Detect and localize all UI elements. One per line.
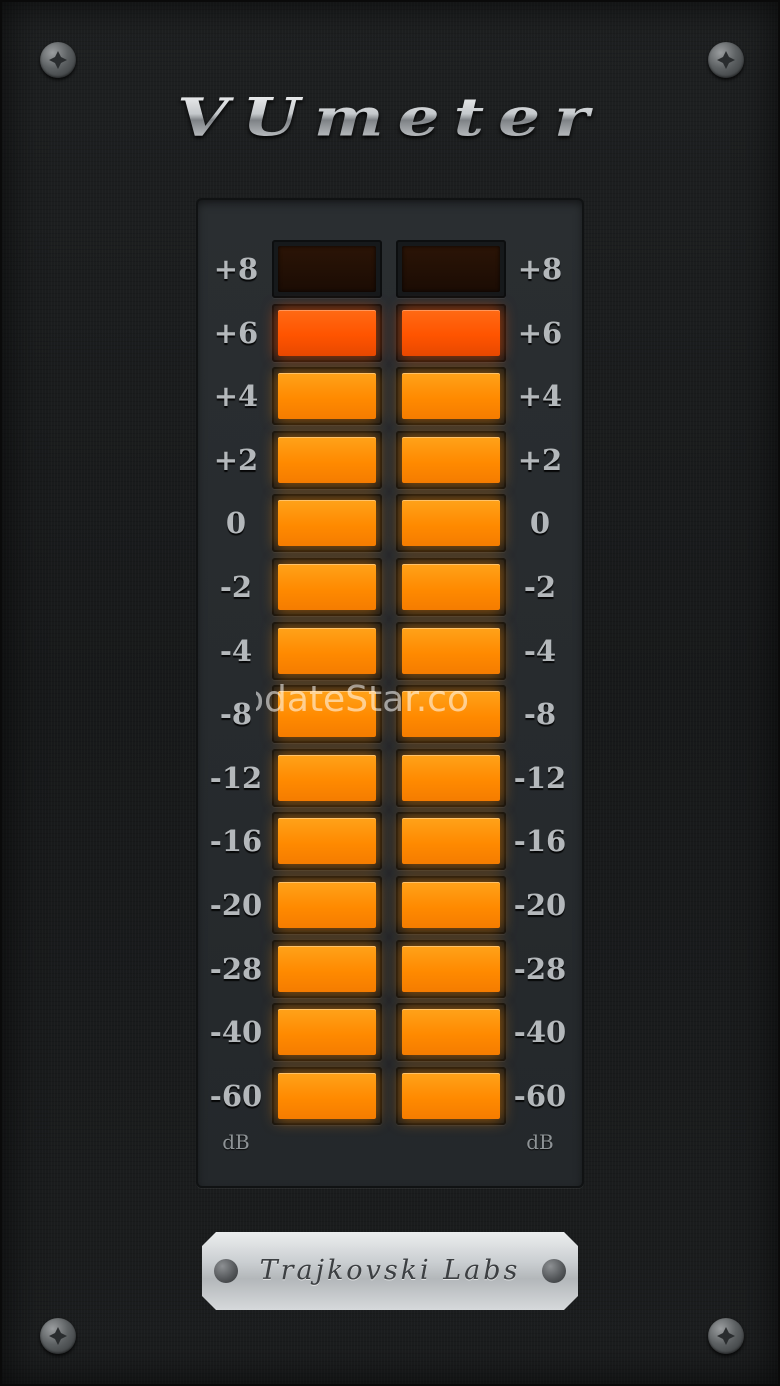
- screw-icon: [708, 42, 744, 78]
- screw-icon: [40, 1318, 76, 1354]
- right-scale-label: 0: [529, 506, 551, 540]
- left-segment-lit: [278, 437, 376, 483]
- right-scale-label: -12: [513, 761, 567, 795]
- left-segment-lit: [278, 755, 376, 801]
- left-scale-label: -16: [209, 824, 263, 858]
- right-scale-label: +8: [517, 252, 563, 286]
- left-unit-label: dB: [222, 1130, 250, 1154]
- right-segment-lit: [402, 1009, 500, 1055]
- left-segment-frame: [272, 304, 382, 362]
- left-segment-lit: [278, 628, 376, 674]
- right-segment-frame: [396, 940, 506, 998]
- left-segment-frame: [272, 558, 382, 616]
- left-scale-label: +4: [213, 379, 259, 413]
- left-scale-label: -2: [219, 570, 253, 604]
- right-segment-frame: [396, 812, 506, 870]
- right-segment-frame: [396, 749, 506, 807]
- left-segment-lit: [278, 1009, 376, 1055]
- right-unit-label: dB: [526, 1130, 554, 1154]
- right-segment-off: [402, 246, 500, 292]
- right-scale-label: +4: [517, 379, 563, 413]
- left-scale-label: -4: [219, 634, 253, 668]
- right-segment-lit: [402, 755, 500, 801]
- left-scale-label: +6: [213, 316, 259, 350]
- right-scale-label: -60: [513, 1079, 567, 1113]
- right-segment-lit: [402, 818, 500, 864]
- left-scale-label: -40: [209, 1015, 263, 1049]
- right-segment-lit: [402, 564, 500, 610]
- right-segment-lit: [402, 373, 500, 419]
- right-segment-frame: [396, 1067, 506, 1125]
- right-segment-lit: [402, 946, 500, 992]
- left-segment-lit: [278, 373, 376, 419]
- right-scale-label: -20: [513, 888, 567, 922]
- right-segment-frame: [396, 494, 506, 552]
- right-scale-label: +2: [517, 443, 563, 477]
- left-segment-frame: [272, 494, 382, 552]
- left-segment-lit: [278, 818, 376, 864]
- right-segment-frame: [396, 367, 506, 425]
- vu-meter-screen: VUmeter +8 +8 +6 +6 +4 +4 +2 +2 0 0 -2 -2 -4 -4 -8 -8 -1…: [0, 0, 780, 1386]
- left-segment-frame: [272, 367, 382, 425]
- right-segment-frame: [396, 622, 506, 680]
- left-segment-frame: [272, 1003, 382, 1061]
- right-segment-lit: [402, 628, 500, 674]
- right-segment-lit: [402, 882, 500, 928]
- left-segment-frame: [272, 812, 382, 870]
- left-segment-frame: [272, 749, 382, 807]
- left-scale-label: +2: [213, 443, 259, 477]
- left-scale-label: -28: [209, 952, 263, 986]
- right-segment-lit: [402, 1073, 500, 1119]
- left-segment-lit: [278, 310, 376, 356]
- right-segment-lit: [402, 437, 500, 483]
- left-segment-lit: [278, 564, 376, 610]
- app-title: VUmeter: [0, 86, 780, 148]
- right-segment-frame: [396, 431, 506, 489]
- left-scale-label: 0: [225, 506, 247, 540]
- left-segment-frame: [272, 1067, 382, 1125]
- left-segment-frame: [272, 240, 382, 298]
- left-segment-frame: [272, 622, 382, 680]
- left-scale-label: -60: [209, 1079, 263, 1113]
- left-segment-frame: [272, 940, 382, 998]
- left-segment-lit: [278, 500, 376, 546]
- left-segment-lit: [278, 1073, 376, 1119]
- brand-nameplate: Trajkovski Labs: [202, 1232, 578, 1310]
- right-scale-label: -28: [513, 952, 567, 986]
- left-segment-lit: [278, 946, 376, 992]
- right-scale-label: +6: [517, 316, 563, 350]
- right-segment-lit: [402, 500, 500, 546]
- right-segment-frame: [396, 1003, 506, 1061]
- right-segment-frame: [396, 876, 506, 934]
- watermark: odateStar.co: [256, 679, 469, 720]
- right-scale-label: -2: [523, 570, 557, 604]
- left-segment-off: [278, 246, 376, 292]
- screw-icon: [708, 1318, 744, 1354]
- left-scale-label: +8: [213, 252, 259, 286]
- left-scale-label: -20: [209, 888, 263, 922]
- screw-icon: [40, 42, 76, 78]
- right-segment-lit: [402, 310, 500, 356]
- right-scale-label: -4: [523, 634, 557, 668]
- left-segment-lit: [278, 882, 376, 928]
- right-segment-frame: [396, 304, 506, 362]
- right-segment-frame: [396, 240, 506, 298]
- right-scale-label: -16: [513, 824, 567, 858]
- left-scale-label: -12: [209, 761, 263, 795]
- right-scale-label: -40: [513, 1015, 567, 1049]
- left-segment-frame: [272, 876, 382, 934]
- brand-label: Trajkovski Labs: [259, 1255, 521, 1286]
- left-segment-frame: [272, 431, 382, 489]
- right-segment-frame: [396, 558, 506, 616]
